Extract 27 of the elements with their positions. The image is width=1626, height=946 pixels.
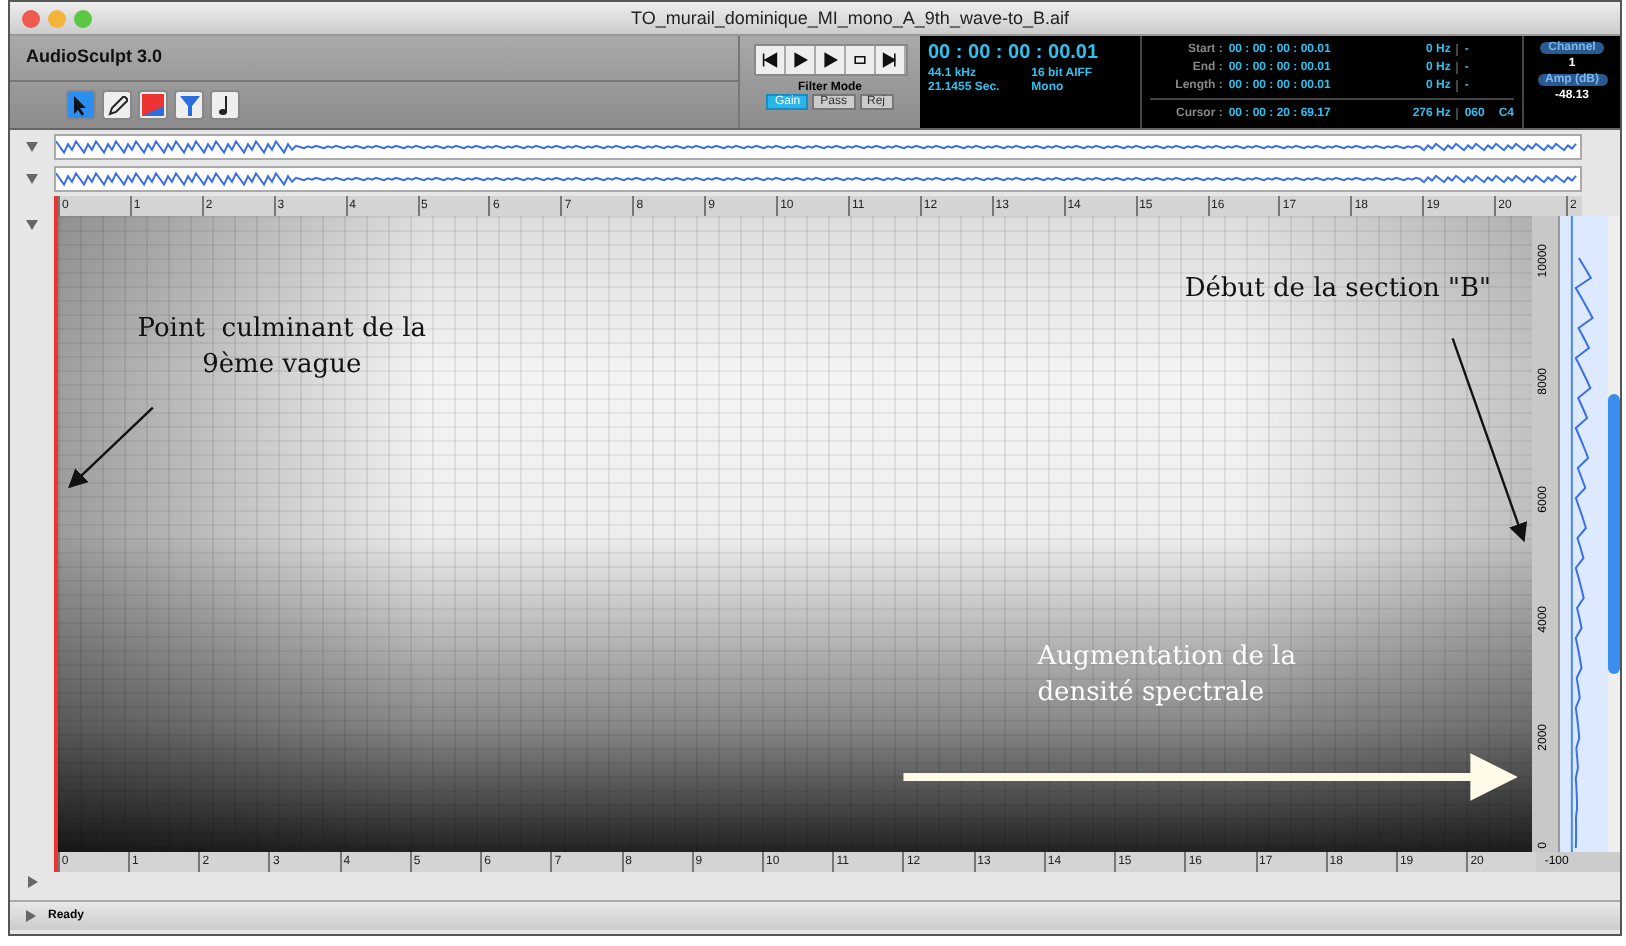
rectangle-tool-icon: [142, 94, 164, 116]
play-selection-icon: [821, 52, 837, 68]
funnel-icon: [179, 95, 199, 115]
collapse-icon[interactable]: [26, 173, 38, 183]
close-button[interactable]: [22, 9, 40, 27]
collapse-icon[interactable]: [26, 141, 38, 151]
annotation-text: Augmentation de la densité spectrale: [1037, 640, 1296, 711]
tool-button[interactable]: [210, 90, 240, 120]
collapse-icon[interactable]: [25, 220, 38, 230]
skip-back-icon: [761, 52, 777, 68]
music-note-icon: [217, 95, 233, 115]
tool-button[interactable]: [102, 90, 132, 120]
skip-forward-icon: [881, 52, 897, 68]
time-readout: 00 : 00 : 00 : 00.01: [928, 42, 1101, 64]
loop-icon: [851, 52, 867, 68]
window-title: TO_murail_dominique_MI_mono_A_9th_wave-to_B.aif: [629, 8, 1071, 28]
arrow: [67, 406, 154, 489]
scrollbar-thumb[interactable]: [1608, 394, 1620, 674]
pencil-icon: [107, 95, 127, 115]
play-icon: [791, 52, 807, 68]
expand-icon[interactable]: [26, 910, 36, 922]
annotation-text: Point culminant de la 9ème vague: [137, 312, 427, 383]
app-name: AudioSculpt 3.0: [10, 36, 738, 82]
tool-button[interactable]: [66, 90, 96, 120]
expand-icon[interactable]: [27, 876, 37, 888]
annotation-text: Début de la section "B": [1184, 272, 1492, 308]
pointer-icon: [72, 95, 90, 115]
